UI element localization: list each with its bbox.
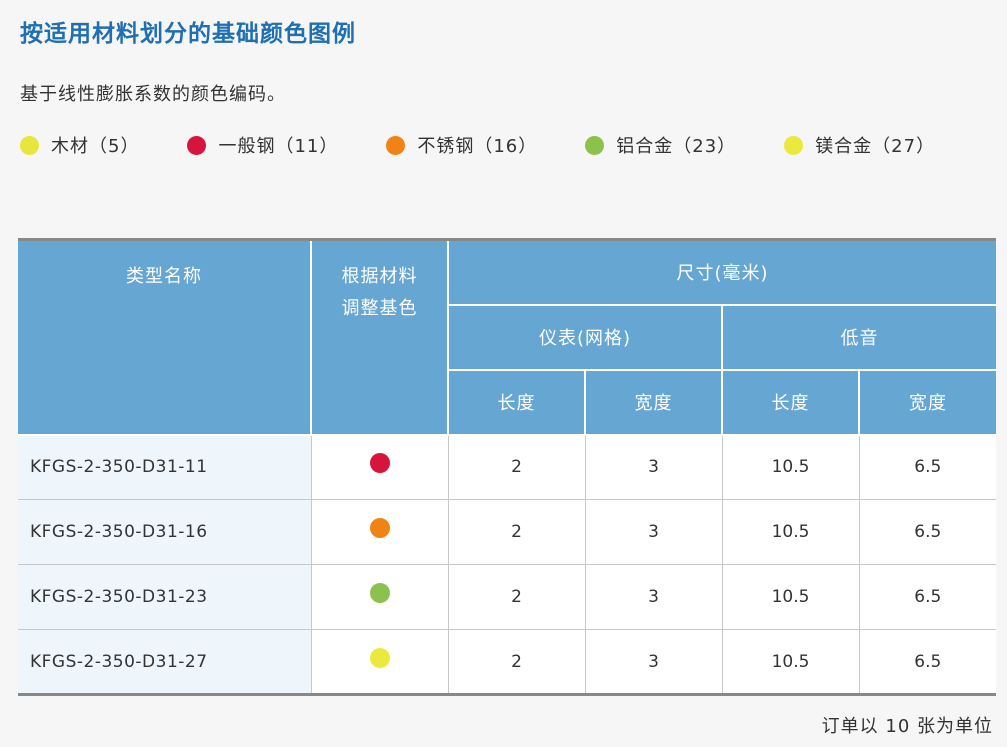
table-row: KFGS-2-350-D31-11 2 3 10.5 6.5 (18, 434, 997, 500)
table-row: KFGS-2-350-D31-23 2 3 10.5 6.5 (18, 564, 997, 630)
header-base-color-line1: 根据材料 (341, 266, 418, 287)
row-color-cell (311, 434, 449, 500)
row-bass-length: 10.5 (722, 434, 860, 500)
row-color-dot (369, 647, 390, 668)
row-bass-width: 6.5 (859, 434, 997, 500)
legend-dot-wood (20, 135, 39, 155)
color-legend: 木材（5） 一般钢（11） 不锈钢（16） 铝合金（23） 镁合金（27） (20, 132, 983, 158)
legend-label-steel: 一般钢（11） (218, 136, 339, 157)
legend-dot-aluminum (585, 135, 605, 155)
legend-item-magnesium: 镁合金（27） (784, 132, 935, 158)
header-size: 尺寸(毫米) (448, 239, 997, 306)
spec-table: 类型名称 根据材料 调整基色 尺寸(毫米) 仪表(网格) 低音 长度 宽度 长度… (18, 238, 997, 696)
legend-item-steel: 一般钢（11） (187, 132, 338, 158)
row-meter-length: 2 (448, 564, 586, 630)
row-type-name: KFGS-2-350-D31-27 (18, 629, 312, 695)
page-subtitle: 基于线性膨胀系数的颜色编码。 (20, 84, 286, 105)
row-color-cell (311, 564, 449, 630)
header-bass-length: 长度 (722, 369, 860, 436)
header-meter-width: 宽度 (585, 369, 723, 436)
legend-label-aluminum: 铝合金（23） (616, 136, 737, 157)
legend-item-aluminum: 铝合金（23） (585, 132, 736, 158)
legend-label-wood: 木材（5） (51, 136, 140, 157)
legend-dot-stainless (386, 135, 406, 155)
row-meter-width: 3 (585, 564, 723, 630)
header-bass: 低音 (722, 304, 997, 371)
header-meter: 仪表(网格) (448, 304, 723, 371)
row-type-name: KFGS-2-350-D31-11 (18, 434, 312, 500)
row-type-name: KFGS-2-350-D31-16 (18, 499, 312, 565)
header-type-name: 类型名称 (18, 239, 312, 436)
row-color-dot (369, 453, 390, 474)
row-color-cell (311, 629, 449, 695)
row-color-dot (369, 518, 390, 538)
header-meter-length: 长度 (448, 369, 586, 436)
row-meter-width: 3 (585, 499, 723, 565)
legend-item-wood: 木材（5） (20, 132, 139, 158)
header-bass-width: 宽度 (859, 369, 997, 436)
legend-label-magnesium: 镁合金（27） (815, 136, 936, 157)
row-meter-length: 2 (448, 629, 586, 695)
order-note: 订单以 10 张为单位 (821, 716, 993, 737)
row-meter-width: 3 (585, 629, 723, 695)
row-bass-length: 10.5 (722, 499, 860, 565)
legend-dot-steel (187, 135, 207, 155)
row-type-name: KFGS-2-350-D31-23 (18, 564, 312, 630)
row-color-dot (369, 583, 390, 603)
row-meter-length: 2 (448, 434, 586, 500)
row-bass-length: 10.5 (722, 564, 860, 630)
table-row: KFGS-2-350-D31-16 2 3 10.5 6.5 (18, 499, 997, 565)
header-base-color-line2: 调整基色 (341, 298, 418, 319)
header-base-color: 根据材料 调整基色 (311, 239, 449, 436)
row-bass-width: 6.5 (859, 629, 997, 695)
table-row: KFGS-2-350-D31-27 2 3 10.5 6.5 (18, 629, 997, 695)
row-meter-width: 3 (585, 434, 723, 500)
row-color-cell (311, 499, 449, 565)
row-bass-width: 6.5 (859, 499, 997, 565)
legend-item-stainless: 不锈钢（16） (386, 132, 537, 158)
legend-label-stainless: 不锈钢（16） (417, 136, 538, 157)
legend-dot-magnesium (784, 135, 804, 155)
row-meter-length: 2 (448, 499, 586, 565)
page-title: 按适用材料划分的基础颜色图例 (20, 21, 356, 47)
row-bass-width: 6.5 (859, 564, 997, 630)
row-bass-length: 10.5 (722, 629, 860, 695)
